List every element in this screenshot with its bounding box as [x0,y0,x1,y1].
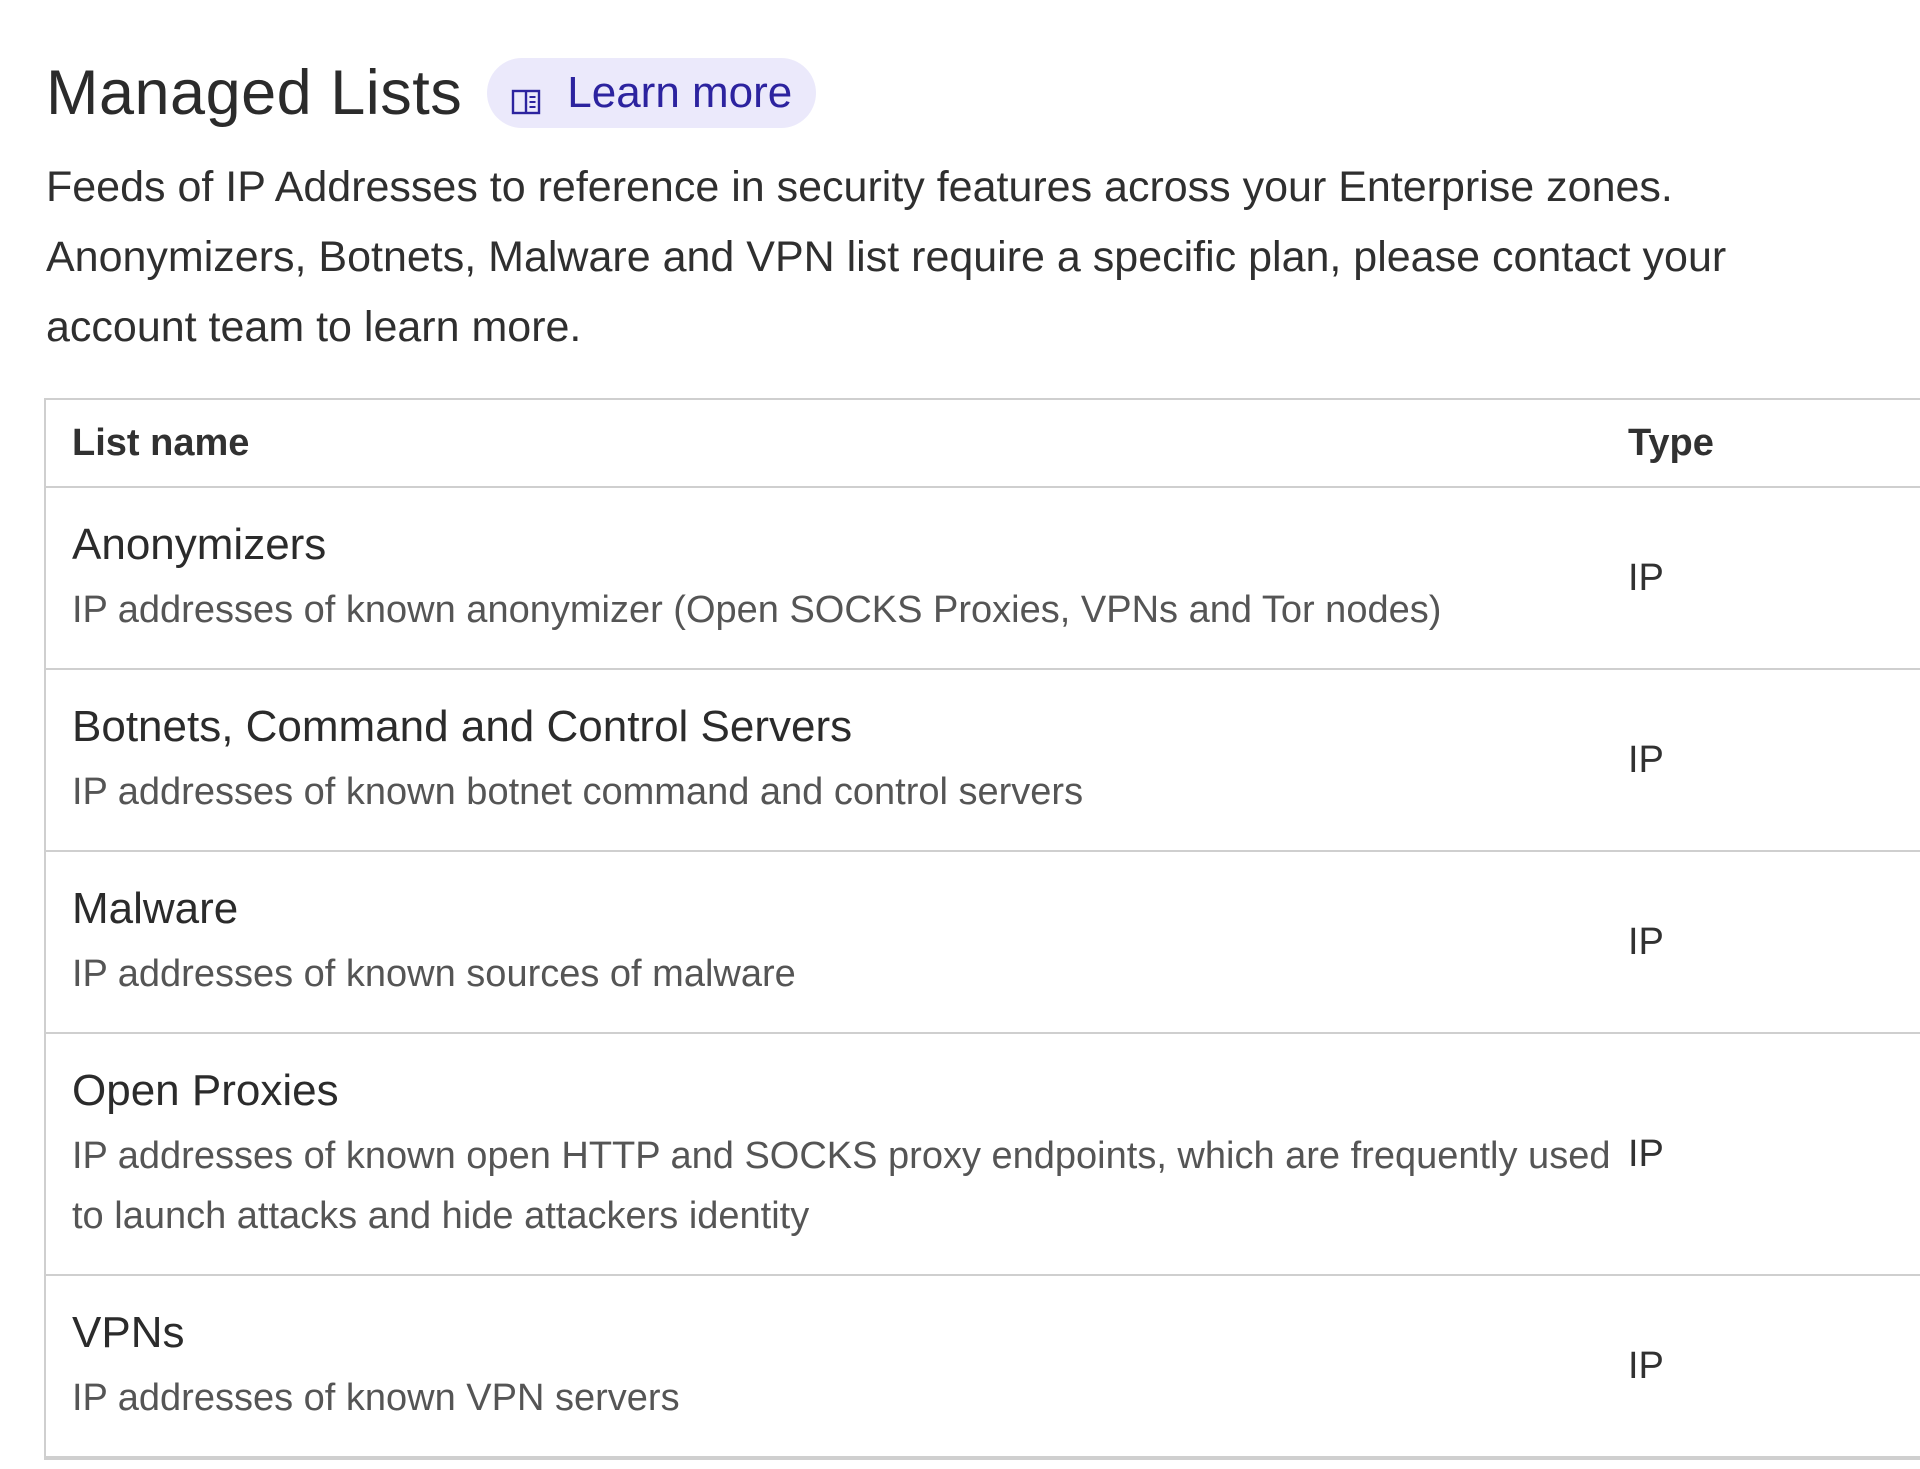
table-row[interactable]: VPNs IP addresses of known VPN servers I… [46,1276,1920,1458]
column-header-list-name: List name [72,421,250,464]
list-name: Open Proxies [72,1066,339,1115]
list-type: IP [1628,920,1664,963]
book-icon [511,78,541,115]
list-name: Botnets, Command and Control Servers [72,702,853,751]
learn-more-link[interactable]: Learn more [487,58,817,128]
list-description: IP addresses of known anonymizer (Open S… [72,589,1442,631]
list-name: Anonymizers [72,520,327,569]
table-row[interactable]: Anonymizers IP addresses of known anonym… [46,488,1920,670]
managed-lists-table: List name Type Anonymizers IP addresses … [44,398,1920,1460]
table-row[interactable]: Botnets, Command and Control Servers IP … [46,670,1920,852]
page-description: Feeds of IP Addresses to reference in se… [46,163,1727,351]
page-header: Managed Lists Learn more [46,52,817,134]
list-type: IP [1628,1132,1664,1175]
list-name: VPNs [72,1308,185,1357]
list-description: IP addresses of known VPN servers [72,1377,680,1419]
column-header-type: Type [1628,421,1714,464]
list-name: Malware [72,884,239,933]
page-title: Managed Lists [46,58,463,128]
learn-more-label: Learn more [567,68,793,117]
managed-lists-page: Managed Lists Learn more Feeds of IP Add… [0,0,1920,1469]
list-description: IP addresses of known botnet command and… [72,771,1084,813]
list-description: IP addresses of known sources of malware [72,953,796,995]
list-type: IP [1628,1344,1664,1387]
table-header: List name Type [46,400,1920,488]
list-type: IP [1628,738,1664,781]
table-row[interactable]: Malware IP addresses of known sources of… [46,852,1920,1034]
table-row[interactable]: Open Proxies IP addresses of known open … [46,1034,1920,1276]
list-type: IP [1628,556,1664,599]
list-description: IP addresses of known open HTTP and SOCK… [72,1135,1611,1237]
